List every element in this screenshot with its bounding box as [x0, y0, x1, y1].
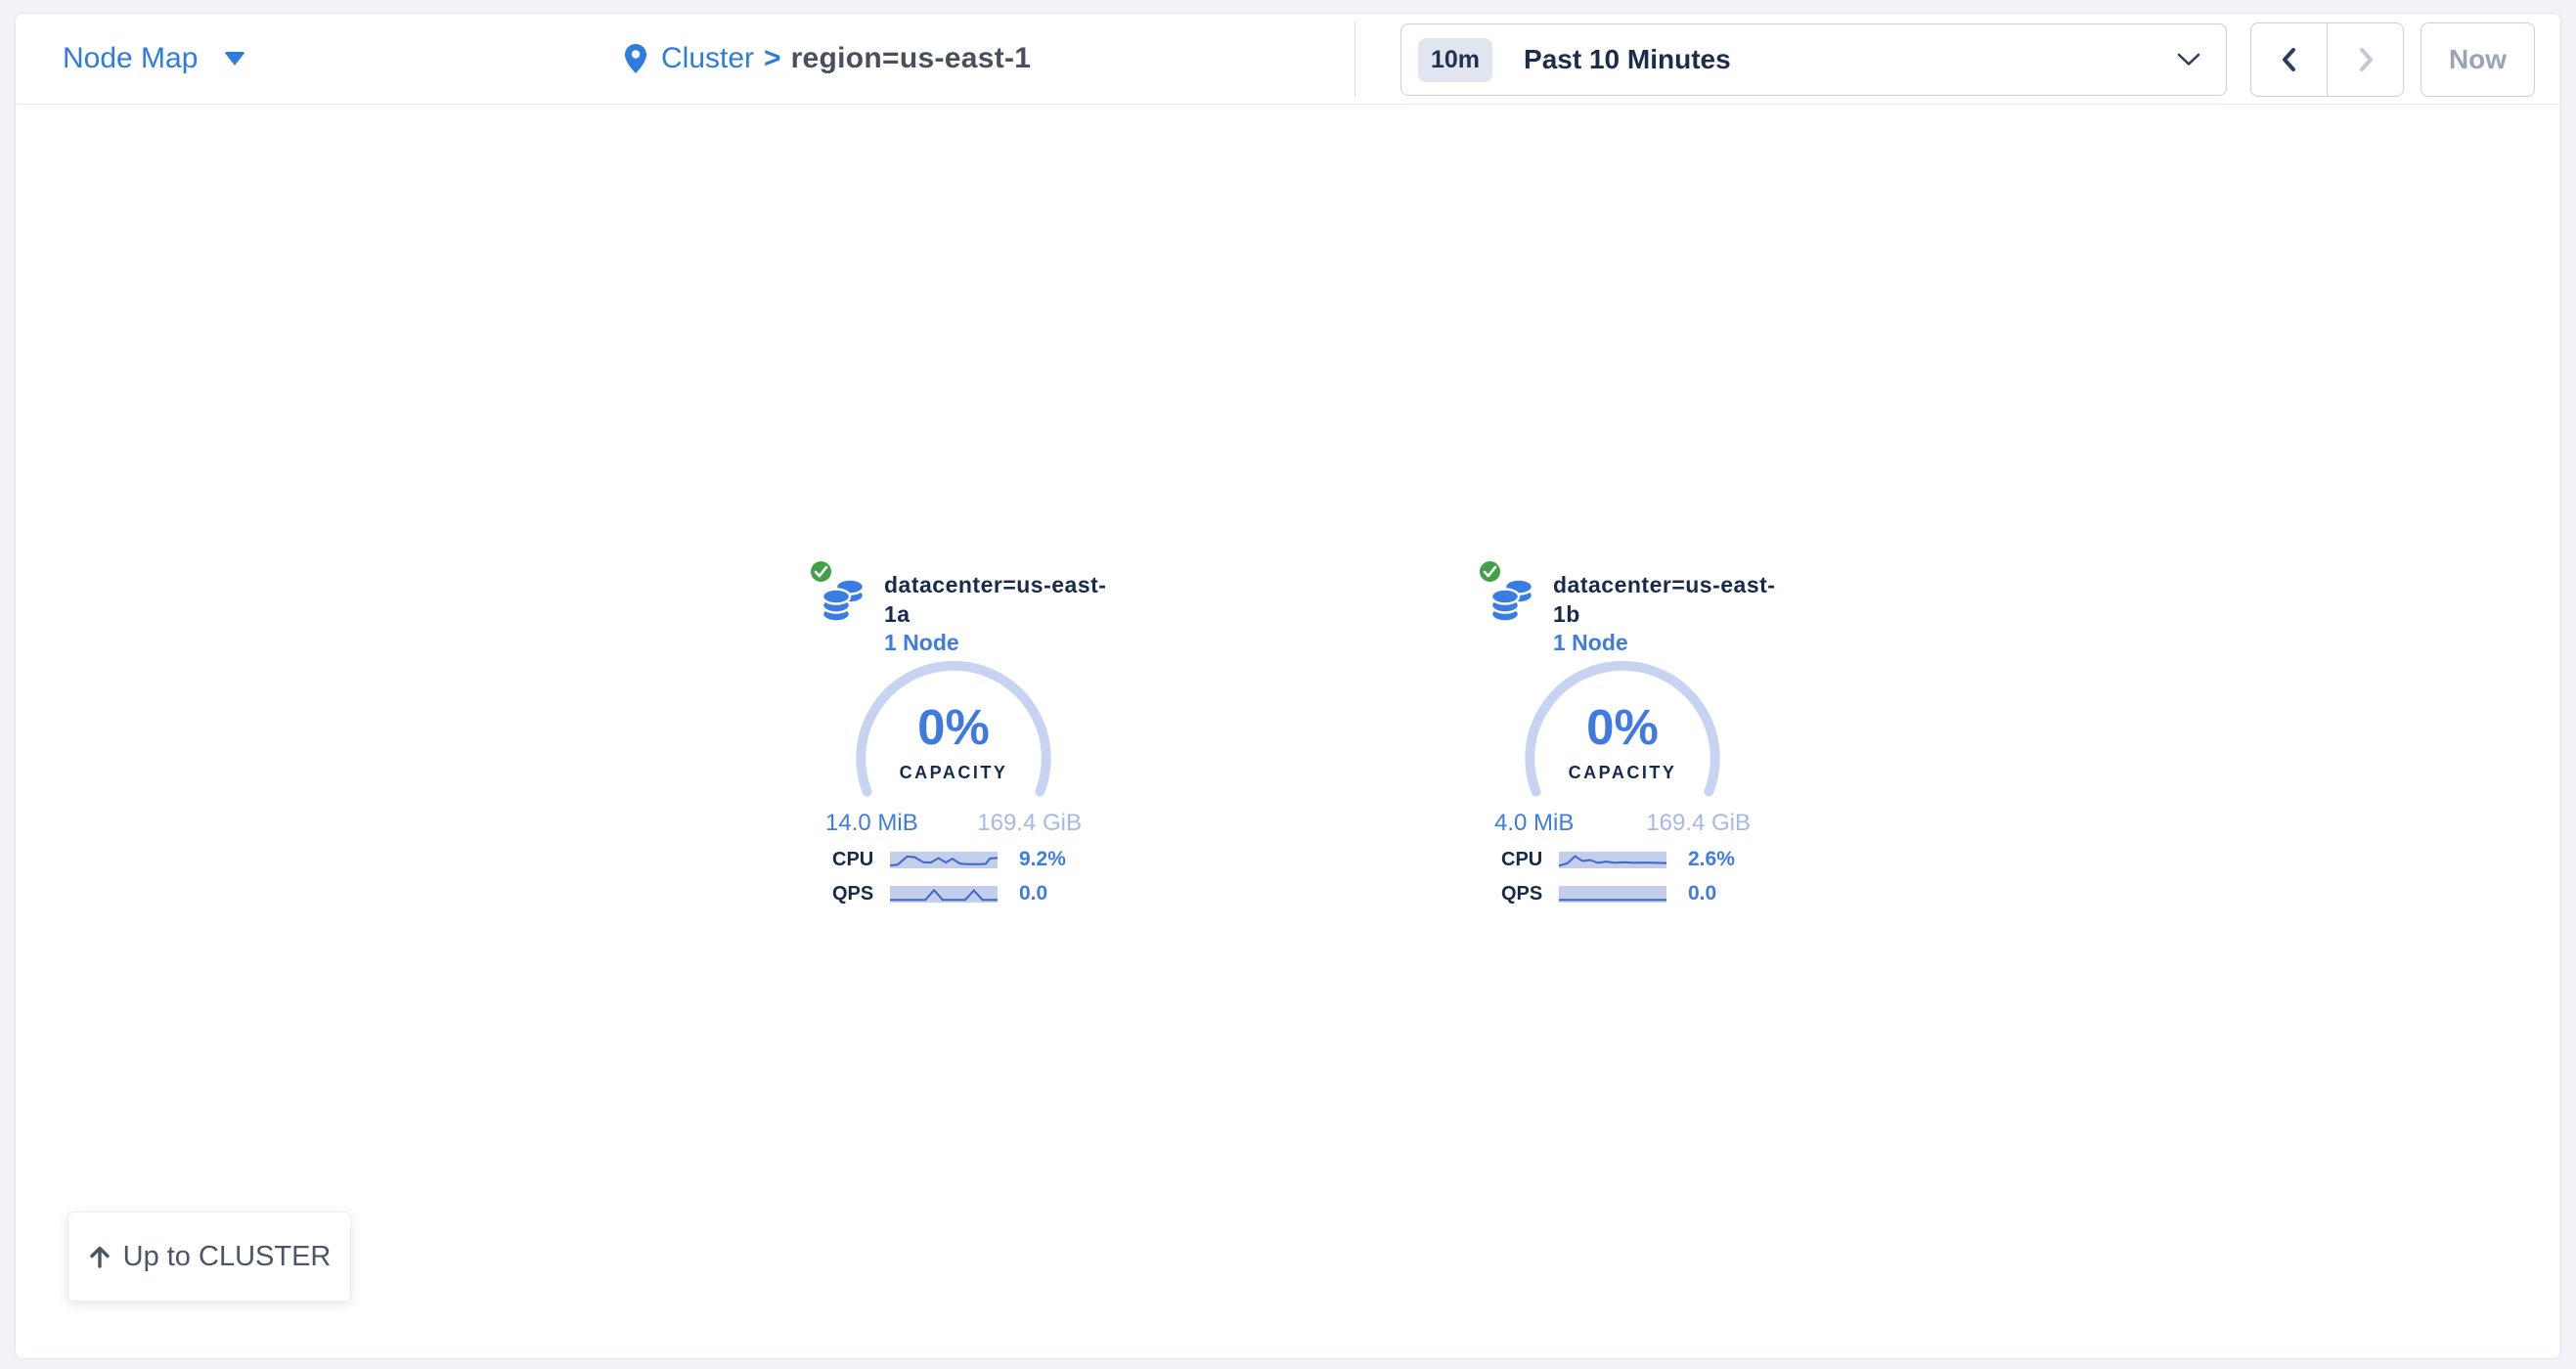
location-pin-icon	[625, 44, 646, 73]
cpu-value: 9.2%	[1019, 848, 1066, 871]
time-pager	[2250, 22, 2404, 97]
status-ok-check-icon	[808, 558, 834, 585]
chevron-left-icon	[2280, 46, 2299, 73]
locality-icons	[1477, 558, 1539, 627]
breadcrumb-separator: >	[764, 42, 781, 75]
capacity-caption: CAPACITY	[849, 763, 1058, 783]
cpu-stat-row: CPU 9.2%	[832, 848, 1075, 871]
capacity-gauge: 0% CAPACITY	[849, 661, 1058, 806]
locality-icons	[808, 558, 870, 627]
capacity-values: 4.0 MiB 169.4 GiB	[1494, 810, 1751, 837]
qps-stat-row: QPS 0.0	[832, 882, 1075, 905]
breadcrumb-current: region=us-east-1	[791, 42, 1032, 75]
capacity-gauge: 0% CAPACITY	[1518, 661, 1727, 806]
time-window-label: Past 10 Minutes	[1524, 44, 1731, 75]
capacity-percent: 0%	[849, 700, 1058, 755]
view-selector-label: Node Map	[63, 42, 198, 75]
time-forward-button[interactable]	[2327, 23, 2403, 96]
locality-node-count: 1 Node	[884, 629, 1123, 657]
capacity-total: 169.4 GiB	[977, 810, 1082, 837]
locality-title: datacenter=us-east-1b	[1553, 570, 1792, 629]
cpu-label: CPU	[1501, 849, 1546, 871]
breadcrumb-cluster-link[interactable]: Cluster	[661, 42, 754, 75]
app-card: Node Map Cluster > region=us-east-1 10m …	[15, 13, 2561, 1359]
status-ok-check-icon	[1477, 558, 1503, 585]
capacity-values: 14.0 MiB 169.4 GiB	[825, 810, 1082, 837]
locality-card-us-east-1b[interactable]: datacenter=us-east-1b 1 Node 0% CAPACITY…	[1453, 558, 1792, 905]
qps-stat-row: QPS 0.0	[1501, 882, 1744, 905]
locality-card-us-east-1a[interactable]: datacenter=us-east-1a 1 Node 0% CAPACITY…	[784, 558, 1123, 905]
locality-titles: datacenter=us-east-1a 1 Node	[884, 558, 1123, 657]
caret-down-icon	[224, 52, 245, 66]
qps-sparkline	[890, 886, 998, 903]
node-map-screen: Node Map Cluster > region=us-east-1 10m …	[0, 0, 2576, 1369]
cpu-value: 2.6%	[1688, 848, 1735, 871]
now-button[interactable]: Now	[2421, 22, 2535, 97]
qps-value: 0.0	[1688, 882, 1716, 905]
capacity-used: 14.0 MiB	[825, 810, 918, 837]
breadcrumb: Cluster > region=us-east-1	[625, 42, 1031, 75]
cpu-sparkline	[1559, 852, 1666, 868]
locality-header: datacenter=us-east-1a 1 Node	[808, 558, 1123, 657]
time-window-selector[interactable]: 10m Past 10 Minutes	[1400, 23, 2227, 96]
map-area: datacenter=us-east-1a 1 Node 0% CAPACITY…	[16, 105, 2560, 1359]
time-back-button[interactable]	[2251, 23, 2327, 96]
qps-label: QPS	[1501, 883, 1546, 905]
capacity-used: 4.0 MiB	[1494, 810, 1574, 837]
locality-titles: datacenter=us-east-1b 1 Node	[1553, 558, 1792, 657]
time-window-badge: 10m	[1418, 38, 1492, 82]
arrow-up-icon	[88, 1245, 111, 1269]
chevron-down-icon	[2177, 53, 2200, 66]
qps-sparkline	[1559, 886, 1666, 903]
up-to-cluster-button[interactable]: Up to CLUSTER	[67, 1212, 351, 1302]
cpu-label: CPU	[832, 849, 877, 871]
up-to-cluster-label: Up to CLUSTER	[123, 1241, 332, 1273]
cpu-stat-row: CPU 2.6%	[1501, 848, 1744, 871]
capacity-total: 169.4 GiB	[1646, 810, 1751, 837]
locality-node-count: 1 Node	[1553, 629, 1792, 657]
qps-label: QPS	[832, 883, 877, 905]
qps-value: 0.0	[1019, 882, 1047, 905]
capacity-caption: CAPACITY	[1518, 763, 1727, 783]
view-selector-dropdown[interactable]: Node Map	[63, 42, 245, 75]
locality-title: datacenter=us-east-1a	[884, 570, 1123, 629]
capacity-percent: 0%	[1518, 700, 1727, 755]
cpu-sparkline	[890, 852, 998, 868]
locality-header: datacenter=us-east-1b 1 Node	[1477, 558, 1792, 657]
chevron-right-icon	[2356, 46, 2376, 73]
toolbar: Node Map Cluster > region=us-east-1 10m …	[16, 14, 2560, 105]
